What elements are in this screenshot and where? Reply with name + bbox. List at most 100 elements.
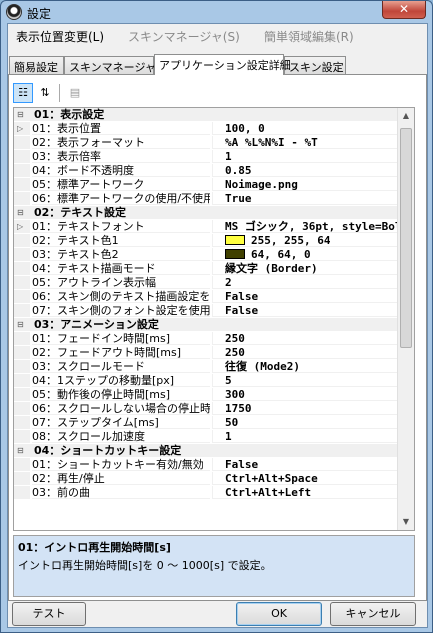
property-value[interactable]: 2 [212, 276, 398, 289]
property-grid[interactable]: 01：表示設定 ⊟ ▷ 01：表示位置 100, 0 02：表示フォーマット %A %L%N… [13, 107, 415, 531]
collapse-icon[interactable]: ⊟ [17, 108, 24, 121]
window-title: 設定 [27, 7, 52, 21]
row-margin [14, 248, 30, 261]
property-value[interactable]: 0.85 [212, 164, 398, 177]
property-row[interactable]: 03：表示倍率 1 [14, 150, 398, 163]
property-value-text: 300 [225, 388, 245, 401]
property-name: 07：スキン側のフォント設定を使用する [32, 304, 210, 317]
property-value-text: 64, 64, 0 [251, 248, 311, 261]
toolbar-separator [59, 84, 60, 102]
property-value-text: False [225, 290, 259, 303]
property-value[interactable]: 1 [212, 430, 398, 443]
property-row[interactable]: 05：アウトライン表示幅 2 [14, 276, 398, 289]
property-row[interactable]: 06：標準アートワークの使用/不使用 True [14, 192, 398, 205]
property-value-text: 100, 0 [225, 122, 265, 135]
scroll-up-icon[interactable]: ▲ [398, 108, 414, 124]
property-value[interactable]: 1750 [212, 402, 398, 415]
row-margin [14, 262, 30, 275]
row-margin [14, 192, 30, 205]
property-value[interactable]: Noimage.png [212, 178, 398, 191]
scroll-thumb[interactable] [400, 128, 412, 348]
property-row[interactable]: 03：スクロールモード 往復 (Mode2) [14, 360, 398, 373]
property-value-text: 50 [225, 416, 239, 429]
test-button[interactable]: テスト [12, 602, 86, 626]
property-value[interactable]: 往復 (Mode2) [212, 360, 398, 373]
property-name: 02：テキスト色1 [32, 234, 210, 247]
property-value[interactable]: 250 [212, 346, 398, 359]
property-row[interactable]: 06：スキン側のテキスト描画設定を使用 False [14, 290, 398, 303]
property-value[interactable]: 縁文字 (Border) [212, 262, 398, 275]
property-row[interactable]: 05：標準アートワーク Noimage.png [14, 178, 398, 191]
property-row[interactable]: 07：ステップタイム[ms] 50 [14, 416, 398, 429]
ok-button[interactable]: OK [236, 602, 322, 626]
row-margin [14, 486, 30, 499]
property-value[interactable]: False [212, 290, 398, 303]
alphabetical-icon[interactable]: ⇅ [35, 83, 55, 103]
row-margin [14, 374, 30, 387]
menu-easy-region-edit[interactable]: 簡単領域編集(R) [264, 28, 354, 45]
property-value[interactable]: True [212, 192, 398, 205]
categorized-icon[interactable]: ☷ [13, 83, 33, 103]
expand-icon[interactable]: ▷ [17, 220, 23, 233]
property-value[interactable]: 1 [212, 150, 398, 163]
property-row[interactable]: 04：テキスト描画モード 縁文字 (Border) [14, 262, 398, 275]
property-pages-icon[interactable]: ▤ [65, 83, 85, 103]
property-value[interactable]: %A %L%N%I - %T [212, 136, 398, 149]
expand-icon[interactable]: ▷ [17, 122, 23, 135]
property-value[interactable]: 300 [212, 388, 398, 401]
property-value-text: Ctrl+Alt+Space [225, 472, 318, 485]
property-row[interactable]: 02：再生/停止 Ctrl+Alt+Space [14, 472, 398, 485]
property-value-text: True [225, 192, 252, 205]
property-row[interactable]: 03：テキスト色2 64, 64, 0 [14, 248, 398, 261]
property-row[interactable]: 05：動作後の停止時間[ms] 300 [14, 388, 398, 401]
property-value-text: MS ゴシック, 36pt, style=Bold [225, 220, 398, 233]
scroll-down-icon[interactable]: ▼ [398, 514, 414, 530]
property-value[interactable]: 64, 64, 0 [212, 248, 398, 261]
property-value[interactable]: 50 [212, 416, 398, 429]
property-value[interactable]: 255, 255, 64 [212, 234, 398, 247]
property-value[interactable]: False [212, 458, 398, 471]
tab-skin-manager[interactable]: スキンマネージャ [64, 56, 156, 74]
property-row[interactable]: 02：表示フォーマット %A %L%N%I - %T [14, 136, 398, 149]
row-margin [14, 290, 30, 303]
property-value[interactable]: 5 [212, 374, 398, 387]
property-row[interactable]: ▷ 01：テキストフォント MS ゴシック, 36pt, style=Bold [14, 220, 398, 233]
property-value[interactable]: False [212, 304, 398, 317]
menu-skin-manager[interactable]: スキンマネージャ(S) [128, 28, 240, 45]
property-value[interactable]: 100, 0 [212, 122, 398, 135]
category-row[interactable]: 01：表示設定 ⊟ [14, 108, 398, 121]
property-row[interactable]: 08：スクロール加速度 1 [14, 430, 398, 443]
property-value[interactable]: MS ゴシック, 36pt, style=Bold [212, 220, 398, 233]
property-row[interactable]: 06：スクロールしない場合の停止時間 1750 [14, 402, 398, 415]
close-button[interactable]: ✕ [382, 1, 426, 19]
category-row[interactable]: 04：ショートカットキー設定 ⊟ [14, 444, 398, 457]
vertical-scrollbar[interactable]: ▲ ▼ [397, 108, 414, 530]
property-value[interactable]: Ctrl+Alt+Left [212, 486, 398, 499]
cancel-button[interactable]: キャンセル [330, 602, 416, 626]
property-value-text: 250 [225, 346, 245, 359]
property-row[interactable]: 07：スキン側のフォント設定を使用する False [14, 304, 398, 317]
property-row[interactable]: ▷ 01：表示位置 100, 0 [14, 122, 398, 135]
collapse-icon[interactable]: ⊟ [17, 444, 24, 457]
collapse-icon[interactable]: ⊟ [17, 206, 24, 219]
property-row[interactable]: 02：テキスト色1 255, 255, 64 [14, 234, 398, 247]
tab-app-settings-detail[interactable]: アプリケーション設定詳細 [154, 54, 291, 75]
property-row[interactable]: 04：1ステップの移動量[px] 5 [14, 374, 398, 387]
tab-simple-settings[interactable]: 簡易設定 [9, 56, 64, 74]
property-row[interactable]: 01：ショートカットキー有効/無効 False [14, 458, 398, 471]
property-row[interactable]: 01：フェードイン時間[ms] 250 [14, 332, 398, 345]
property-value[interactable]: Ctrl+Alt+Space [212, 472, 398, 485]
row-margin [14, 346, 30, 359]
category-row[interactable]: 03：アニメーション設定 ⊟ [14, 318, 398, 331]
collapse-icon[interactable]: ⊟ [17, 318, 24, 331]
property-name: 04：ボード不透明度 [32, 164, 210, 177]
title-bar[interactable]: 設定 ✕ [1, 1, 432, 23]
menu-change-position[interactable]: 表示位置変更(L) [16, 28, 104, 45]
property-row[interactable]: 02：フェードアウト時間[ms] 250 [14, 346, 398, 359]
property-row[interactable]: 03：前の曲 Ctrl+Alt+Left [14, 486, 398, 499]
category-label: 03：アニメーション設定 [14, 318, 398, 331]
tab-skin-settings[interactable]: スキン設定 [284, 56, 346, 74]
property-row[interactable]: 04：ボード不透明度 0.85 [14, 164, 398, 177]
property-value[interactable]: 250 [212, 332, 398, 345]
category-row[interactable]: 02：テキスト設定 ⊟ [14, 206, 398, 219]
